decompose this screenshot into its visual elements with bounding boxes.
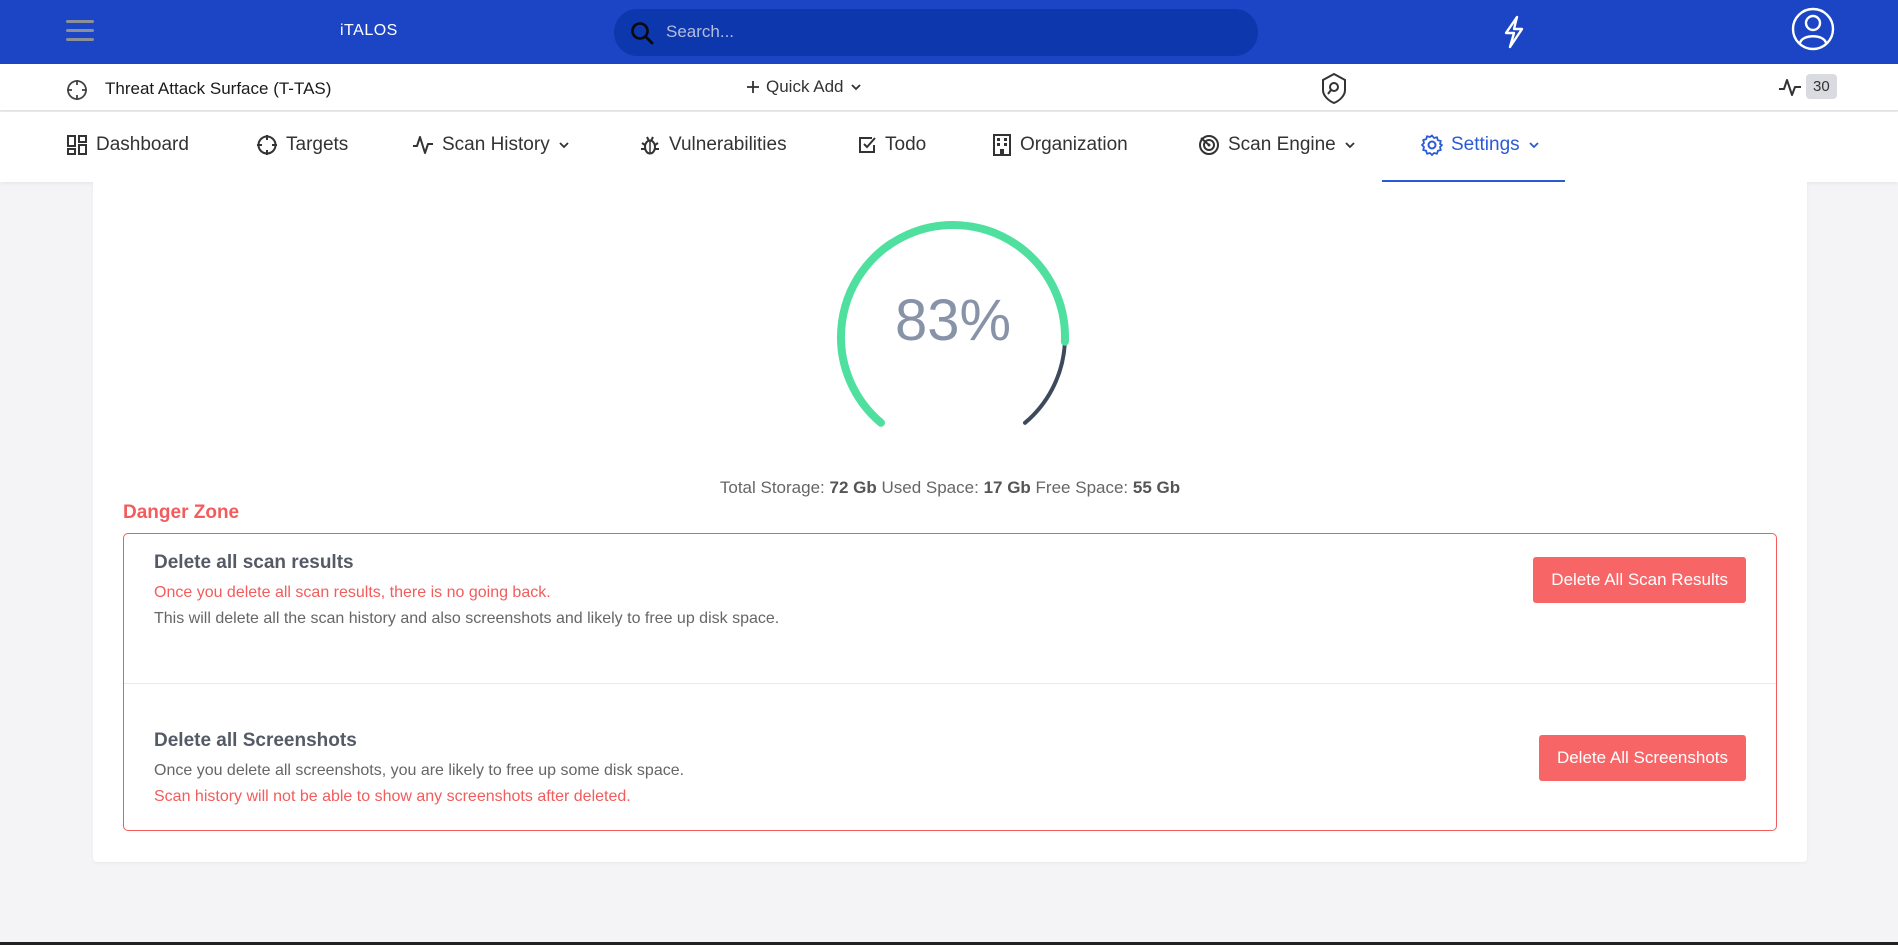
nav-settings[interactable]: Settings (1421, 134, 1540, 156)
nav-label: Dashboard (96, 134, 189, 155)
user-avatar-icon[interactable] (1790, 6, 1836, 52)
top-bar: iTALOS (0, 0, 1898, 64)
danger-zone-box: Delete all scan results Once you delete … (123, 533, 1777, 831)
dashboard-icon (67, 135, 87, 155)
delete-screenshots-warning: Scan history will not be able to show an… (154, 788, 631, 805)
chevron-down-icon (850, 84, 861, 91)
settings-card: 83% Total Storage: 72 Gb Used Space: 17 … (93, 182, 1807, 862)
activity-count-badge: 30 (1806, 74, 1837, 99)
nav-label: Targets (286, 134, 349, 155)
search-box[interactable] (614, 9, 1258, 56)
total-storage-label: Total Storage: (719, 478, 825, 497)
delete-scan-results-warning: Once you delete all scan results, there … (154, 584, 551, 601)
delete-all-screenshots-button[interactable]: Delete All Screenshots (1538, 735, 1746, 781)
nav-label: Scan History (442, 134, 550, 155)
nav-dashboard[interactable]: Dashboard (66, 134, 189, 156)
bug-icon (641, 136, 659, 155)
nav-label: Settings (1451, 134, 1520, 155)
activity-counter[interactable]: 30 (1778, 74, 1837, 99)
delete-scan-results-description: This will delete all the scan history an… (154, 610, 780, 627)
nav-scan-history[interactable]: Scan History (412, 134, 570, 156)
free-space-value: 55 Gb (1132, 478, 1181, 497)
delete-screenshots-section: Delete all Screenshots Once you delete a… (124, 684, 1776, 830)
project-name[interactable]: Threat Attack Surface (T-TAS) (105, 79, 331, 99)
brand-name[interactable]: iTALOS (340, 22, 398, 40)
activity-icon (1779, 78, 1801, 96)
free-space-label: Free Space: (1035, 478, 1129, 497)
quick-add-button[interactable]: Quick Add (746, 77, 862, 97)
nav-label: Todo (885, 134, 927, 155)
project-bar: Threat Attack Surface (T-TAS) Quick Add … (0, 64, 1898, 111)
nav-label: Organization (1020, 134, 1128, 155)
used-space-value: 17 Gb (983, 478, 1031, 497)
shield-search-icon[interactable] (1320, 72, 1348, 104)
storage-gauge: 83% (833, 217, 1073, 447)
nav-organization[interactable]: Organization (992, 134, 1128, 156)
activity-icon (413, 136, 433, 154)
checkbox-icon (859, 137, 876, 153)
gauge-percent-label: 83% (894, 288, 1012, 353)
gear-icon (1421, 134, 1443, 156)
nav-label: Vulnerabilities (669, 134, 787, 155)
chevron-down-icon (1345, 142, 1355, 149)
main-nav: Dashboard Targets Scan History Vulnerabi… (0, 112, 1898, 182)
building-icon (993, 134, 1011, 156)
delete-scan-results-title: Delete all scan results (154, 552, 354, 573)
bolt-icon[interactable] (1500, 15, 1528, 49)
chevron-down-icon (1529, 142, 1539, 149)
used-space-label: Used Space: (881, 478, 979, 497)
delete-scan-results-section: Delete all scan results Once you delete … (124, 534, 1776, 684)
crosshair-icon (257, 135, 277, 155)
search-icon (631, 22, 654, 45)
nav-todo[interactable]: Todo (857, 134, 926, 156)
nav-scan-engine[interactable]: Scan Engine (1198, 134, 1356, 156)
storage-summary: Total Storage: 72 Gb Used Space: 17 Gb F… (93, 478, 1807, 498)
quick-add-label: Quick Add (766, 77, 844, 96)
nav-vulnerabilities[interactable]: Vulnerabilities (639, 134, 787, 156)
danger-zone-title: Danger Zone (123, 502, 240, 523)
delete-all-scan-results-button[interactable]: Delete All Scan Results (1533, 557, 1746, 603)
nav-label: Scan Engine (1228, 134, 1336, 155)
nav-targets[interactable]: Targets (256, 134, 348, 156)
delete-screenshots-title: Delete all Screenshots (154, 730, 357, 751)
plus-icon (747, 81, 759, 93)
delete-screenshots-description: Once you delete all screenshots, you are… (154, 762, 685, 779)
search-input[interactable] (666, 19, 1226, 45)
hamburger-icon[interactable] (66, 20, 94, 44)
chevron-down-icon (559, 142, 569, 149)
crosshair-icon (67, 80, 87, 100)
radar-icon (1199, 135, 1219, 155)
total-storage-value: 72 Gb (829, 478, 877, 497)
